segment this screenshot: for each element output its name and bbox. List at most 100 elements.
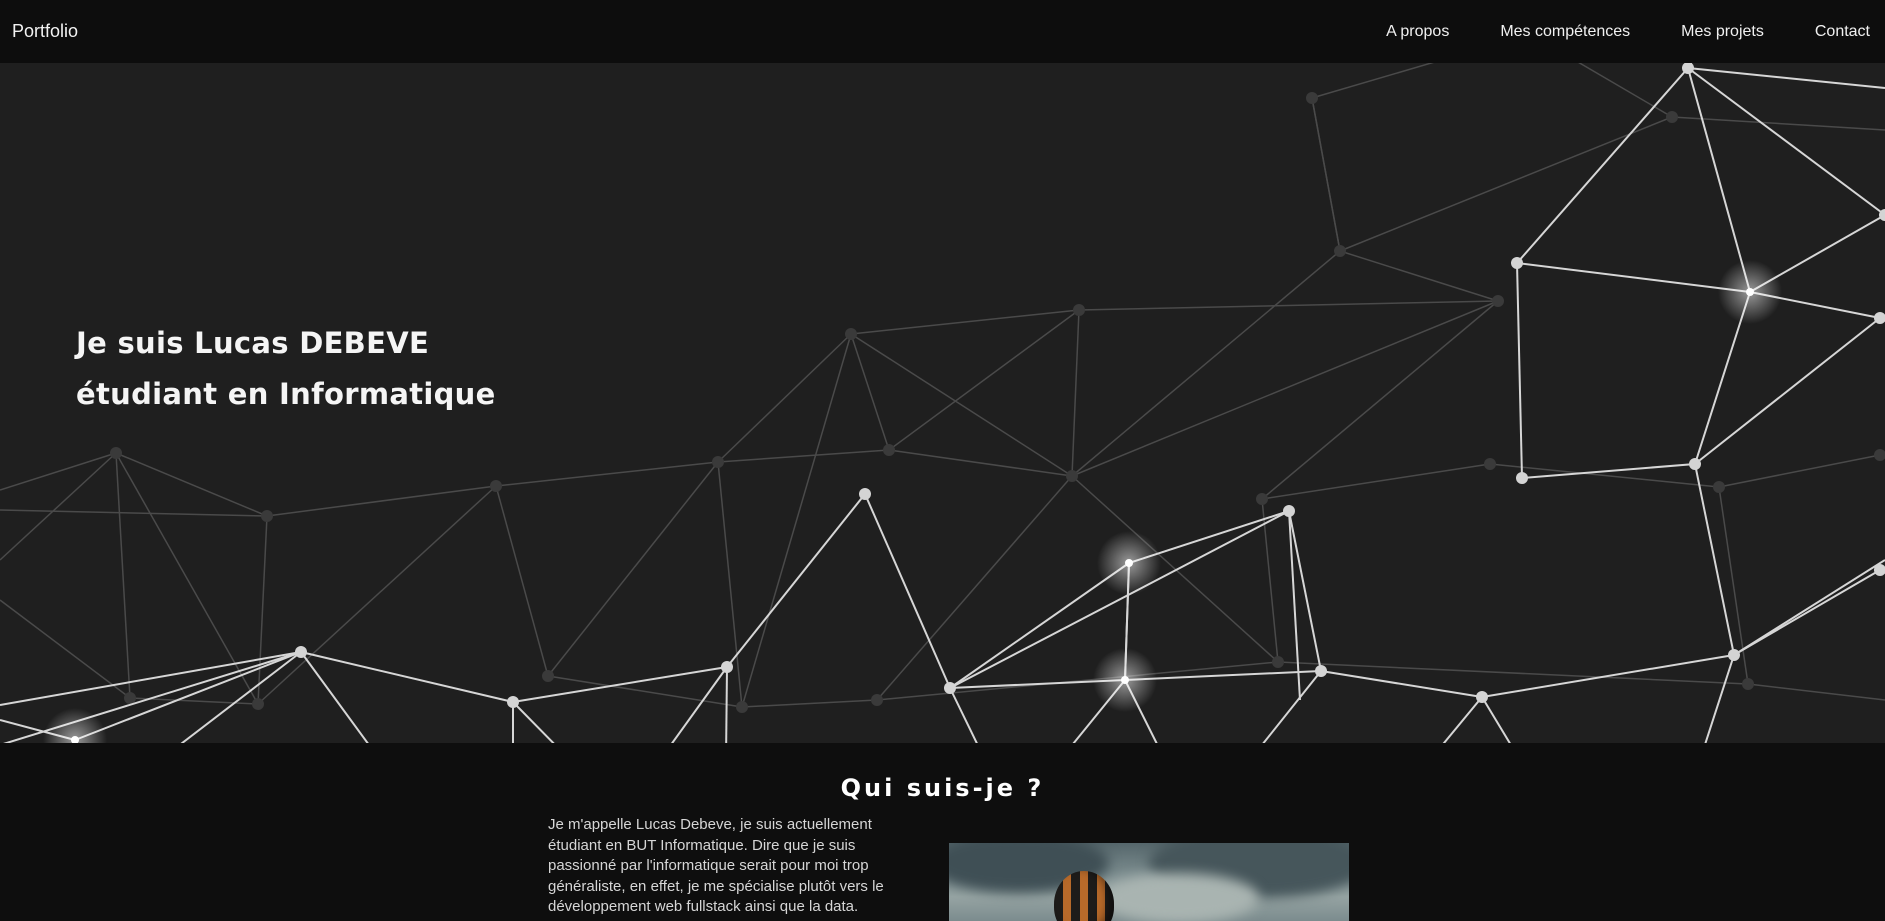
network-edge-bright xyxy=(0,651,302,706)
network-edge-bright xyxy=(1516,67,1689,264)
network-edge-dim xyxy=(850,333,1073,477)
network-node-dim xyxy=(736,701,748,713)
network-node-bright xyxy=(295,646,307,658)
network-node-dim xyxy=(490,480,502,492)
network-edge-bright xyxy=(1516,262,1751,293)
network-node-dim xyxy=(1306,92,1318,104)
network-node-bright xyxy=(1315,665,1327,677)
network-node-dim xyxy=(1334,245,1346,257)
network-edge-dim xyxy=(495,461,719,487)
about-title: Qui suis-je ? xyxy=(840,774,1045,802)
network-node-dim xyxy=(124,692,136,704)
network-edge-bright xyxy=(1694,463,1735,656)
network-node-dim xyxy=(1713,481,1725,493)
network-edge-dim xyxy=(717,449,890,463)
network-node-bright xyxy=(721,661,733,673)
network-node-bright xyxy=(1728,649,1740,661)
network-edge-dim xyxy=(1578,63,1673,118)
network-node-bright xyxy=(1746,288,1754,296)
network-node-dim xyxy=(1742,678,1754,690)
network-node-bright xyxy=(859,488,871,500)
network-edge-bright xyxy=(1481,696,1511,743)
balloon-photo xyxy=(949,843,1349,921)
network-edge-bright xyxy=(512,701,555,743)
network-edge-bright xyxy=(1687,63,1693,69)
network-node-bright xyxy=(507,696,519,708)
network-edge-dim xyxy=(1071,309,1080,477)
nav-link-competences[interactable]: Mes compétences xyxy=(1500,23,1630,41)
network-edge-dim xyxy=(0,452,117,561)
hero-section: Je suis Lucas DEBEVE étudiant en Informa… xyxy=(0,63,1885,743)
network-edge-dim xyxy=(888,449,1073,477)
network-edge-dim xyxy=(115,452,131,699)
hero-line-role: étudiant en Informatique xyxy=(76,377,496,411)
network-node-dim xyxy=(1272,656,1284,668)
network-node-dim xyxy=(261,510,273,522)
network-edge-dim xyxy=(876,661,1279,701)
network-node-dim xyxy=(1066,470,1078,482)
network-edge-bright xyxy=(1694,317,1881,465)
network-node-bright xyxy=(1121,676,1129,684)
network-edge-bright xyxy=(949,687,978,743)
network-edge-bright xyxy=(1687,67,1751,293)
network-node-dim xyxy=(871,694,883,706)
network-node-dim xyxy=(1484,458,1496,470)
network-edge-dim xyxy=(1261,463,1491,500)
network-node-dim xyxy=(1874,449,1885,461)
nav-link-contact[interactable]: Contact xyxy=(1815,23,1870,41)
network-edge-bright xyxy=(1442,696,1483,743)
network-edge-dim xyxy=(495,485,549,677)
network-node-bright xyxy=(1283,505,1295,517)
network-edge-dim xyxy=(1747,683,1885,701)
network-node-bright xyxy=(1516,472,1528,484)
network-edge-dim xyxy=(1339,250,1499,302)
network-edge-dim xyxy=(0,599,131,699)
network-edge-dim xyxy=(1311,97,1341,252)
network-edge-dim xyxy=(1071,300,1499,477)
hero-heading: Je suis Lucas DEBEVE étudiant en Informa… xyxy=(76,318,496,420)
network-edge-bright xyxy=(300,651,369,743)
network-edge-dim xyxy=(717,333,852,463)
network-node-dim xyxy=(252,698,264,710)
network-edge-bright xyxy=(1320,670,1483,698)
network-edge-dim xyxy=(741,333,852,708)
network-node-dim xyxy=(883,444,895,456)
brand-link[interactable]: Portfolio xyxy=(12,21,78,42)
network-edge-dim xyxy=(1261,300,1499,500)
network-edge-bright xyxy=(180,651,302,743)
network-edge-dim xyxy=(1071,250,1341,477)
network-edge-bright xyxy=(1704,654,1735,743)
network-edge-dim xyxy=(257,485,497,705)
network-edge-bright xyxy=(1687,67,1885,89)
network-node-dim xyxy=(1666,111,1678,123)
network-edge-dim xyxy=(888,309,1080,451)
network-node-bright xyxy=(1511,257,1523,269)
network-edge-dim xyxy=(850,333,890,451)
network-edge-dim xyxy=(1339,116,1673,252)
network-edge-bright xyxy=(1481,654,1735,698)
network-edge-bright xyxy=(725,666,728,743)
network-node-dim xyxy=(712,456,724,468)
network-node-dim xyxy=(1256,493,1268,505)
network-node-bright xyxy=(944,682,956,694)
network-edge-bright xyxy=(864,493,951,689)
nav-link-projets[interactable]: Mes projets xyxy=(1681,23,1764,41)
network-edge-dim xyxy=(0,509,268,517)
network-edge-dim xyxy=(1718,454,1881,488)
network-edge-bright xyxy=(1687,67,1885,216)
nav-link-a-propos[interactable]: A propos xyxy=(1386,23,1449,41)
network-edge-dim xyxy=(257,515,268,705)
network-edge-dim xyxy=(1311,63,1434,99)
network-edge-dim xyxy=(266,485,497,517)
network-node-dim xyxy=(1492,295,1504,307)
top-navbar: Portfolio A propos Mes compétences Mes p… xyxy=(0,0,1885,63)
network-edge-dim xyxy=(547,461,719,677)
network-node-dim xyxy=(110,447,122,459)
hero-line-name: Je suis Lucas DEBEVE xyxy=(76,326,430,360)
network-edge-bright xyxy=(1262,670,1322,743)
network-node-dim xyxy=(1073,304,1085,316)
network-node-dim xyxy=(845,328,857,340)
network-edge-dim xyxy=(115,452,268,517)
network-node-dim xyxy=(542,670,554,682)
network-edge-bright xyxy=(1516,262,1523,479)
